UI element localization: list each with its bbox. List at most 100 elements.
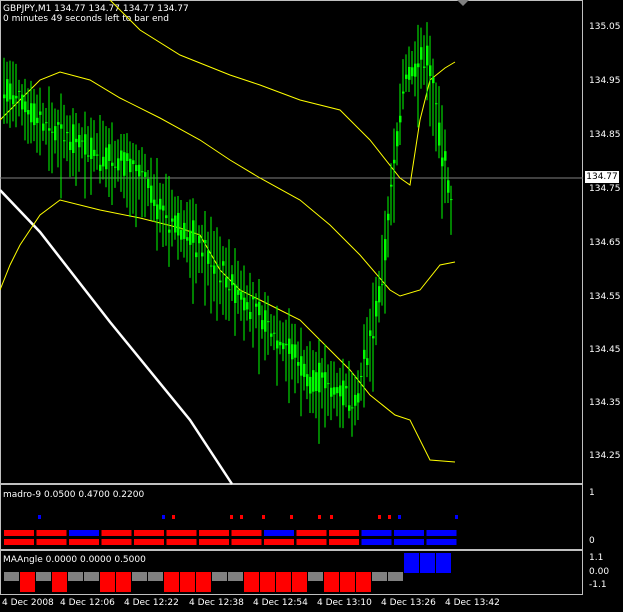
candle-body [213,265,216,274]
madro-bar-lower [4,539,34,545]
candle-body [87,155,90,157]
candle-body [174,215,177,233]
candle-body [444,151,447,161]
candle-body [336,387,339,394]
maangle-y-tick: -1.1 [589,580,607,590]
x-tick: 4 Dec 13:26 [381,598,436,608]
candle-body [153,199,156,206]
candle-body [171,218,174,222]
candle-body [99,164,102,171]
candle-body [120,150,123,161]
candle-body [252,296,255,300]
maangle-bar [372,572,387,581]
candle-body [324,372,327,389]
candle-body [348,405,351,411]
candle-body [240,291,243,300]
candle-body [180,229,183,240]
candle-body [270,333,273,337]
candle-body [168,229,171,233]
candle-body [222,261,225,266]
candle-body [393,159,396,164]
candle-body [390,184,393,187]
maangle-bar [404,553,419,573]
madro-signal-tick [330,515,333,519]
madro-signal-tick [172,515,175,519]
candle-body [108,144,111,161]
madro-bar-lower [166,539,197,545]
maangle-bar [148,572,163,581]
candle-body [315,372,318,392]
candle-body [267,321,270,323]
madro-bar-lower [36,539,67,545]
candle-body [9,83,12,100]
maangle-bar [436,553,451,573]
maangle-bar [340,572,355,592]
candle-body [63,140,66,142]
candle-body [150,185,153,203]
candle-body [129,158,132,173]
maangle-bar [276,572,291,592]
madro-bar-lower [69,539,99,545]
madro-bar-upper [199,530,229,536]
madro-y-tick: 1 [589,488,595,498]
madro-bar-upper [426,530,457,536]
madro-bar-upper [36,530,67,536]
candle-body [186,237,189,241]
maangle-bar [20,572,35,592]
candle-body [423,66,426,68]
candle-body [177,212,180,236]
maangle-bar [356,572,371,592]
candle-body [246,302,249,310]
candle-body [96,154,99,156]
candle-body [78,134,81,148]
candle-body [111,162,114,166]
candle-body [435,103,438,105]
maangle-label: MAAngle 0.0000 0.0000 0.5000 [3,555,146,565]
candle-body [144,172,147,177]
maangle-bar [324,572,339,592]
candle-body [363,349,366,359]
madro-signal-tick [240,515,243,519]
y-tick: 134.75 [589,184,621,194]
y-tick: 134.65 [589,238,621,248]
x-tick: 4 Dec 13:10 [317,598,372,608]
madro-bar-upper [231,530,262,536]
madro-signal-tick [378,515,381,519]
madro-signal-tick [262,515,265,519]
maangle-bar [260,572,275,592]
candle-body [450,199,453,201]
madro-bar-upper [101,530,132,536]
candle-body [123,152,126,176]
candle-body [69,141,72,151]
candle-body [282,343,285,350]
candle-body [381,284,384,286]
madro-bar-lower [101,539,132,545]
candle-body [234,284,237,303]
maangle-bar [132,572,147,581]
candle-body [279,341,282,346]
candle-body [207,250,210,264]
candle-body [72,124,75,154]
candle-body [3,94,6,99]
candle-body [285,343,288,346]
candle-body [309,376,312,394]
madro-bar-lower [134,539,164,545]
candle-body [141,171,144,173]
candle-body [54,126,57,141]
candle-body [102,156,105,167]
madro-y-tick: 0 [589,536,595,546]
madro-bar-lower [199,539,229,545]
y-tick: 134.35 [589,398,621,408]
candle-body [225,277,228,288]
candle-body [384,239,387,261]
y-tick: 134.55 [589,292,621,302]
candle-body [294,344,297,358]
candle-body [159,198,162,210]
y-tick: 135.05 [589,22,621,32]
madro-signal-tick [162,515,165,519]
candle-body [12,95,15,105]
candle-body [183,222,186,239]
candle-body [360,375,363,377]
candle-body [84,134,87,155]
madro-signal-tick [388,515,391,519]
